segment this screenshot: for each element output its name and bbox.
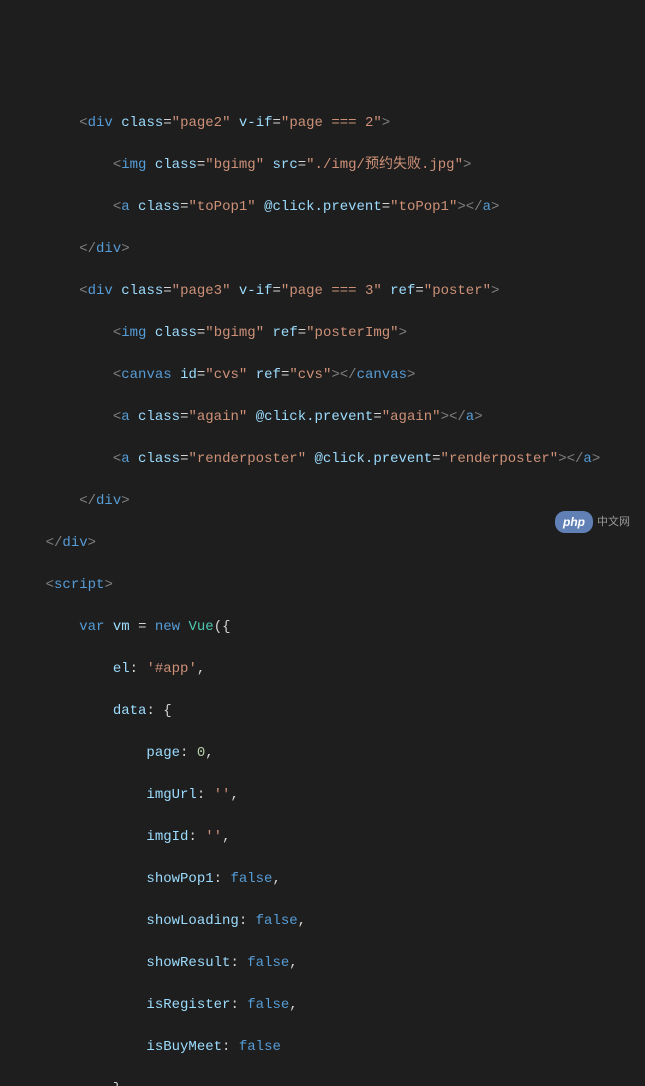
watermark-text: 中文网 [597,514,630,531]
code-line: imgUrl: '', [0,785,645,806]
code-line: <img class="bgimg" src="./img/预约失败.jpg"> [0,155,645,176]
code-line: <div class="page3" v-if="page === 3" ref… [0,281,645,302]
code-line: page: 0, [0,743,645,764]
watermark: php 中文网 [555,511,630,533]
code-line: </div> [0,239,645,260]
php-logo-icon: php [555,511,593,533]
code-line: </div> [0,491,645,512]
code-line: <canvas id="cvs" ref="cvs"></canvas> [0,365,645,386]
code-line: }, [0,1079,645,1086]
code-line: showPop1: false, [0,869,645,890]
code-line: <a class="toPop1" @click.prevent="toPop1… [0,197,645,218]
code-line: data: { [0,701,645,722]
code-line: isRegister: false, [0,995,645,1016]
code-line: showResult: false, [0,953,645,974]
code-line: showLoading: false, [0,911,645,932]
code-line: imgId: '', [0,827,645,848]
code-line: <div class="page2" v-if="page === 2"> [0,113,645,134]
code-line: <img class="bgimg" ref="posterImg"> [0,323,645,344]
code-line: <a class="again" @click.prevent="again">… [0,407,645,428]
code-line: <script> [0,575,645,596]
code-editor: <div class="page2" v-if="page === 2"> <i… [0,92,645,1086]
code-line: <a class="renderposter" @click.prevent="… [0,449,645,470]
code-line: </div> [0,533,645,554]
code-line: isBuyMeet: false [0,1037,645,1058]
code-line: el: '#app', [0,659,645,680]
code-line: var vm = new Vue({ [0,617,645,638]
